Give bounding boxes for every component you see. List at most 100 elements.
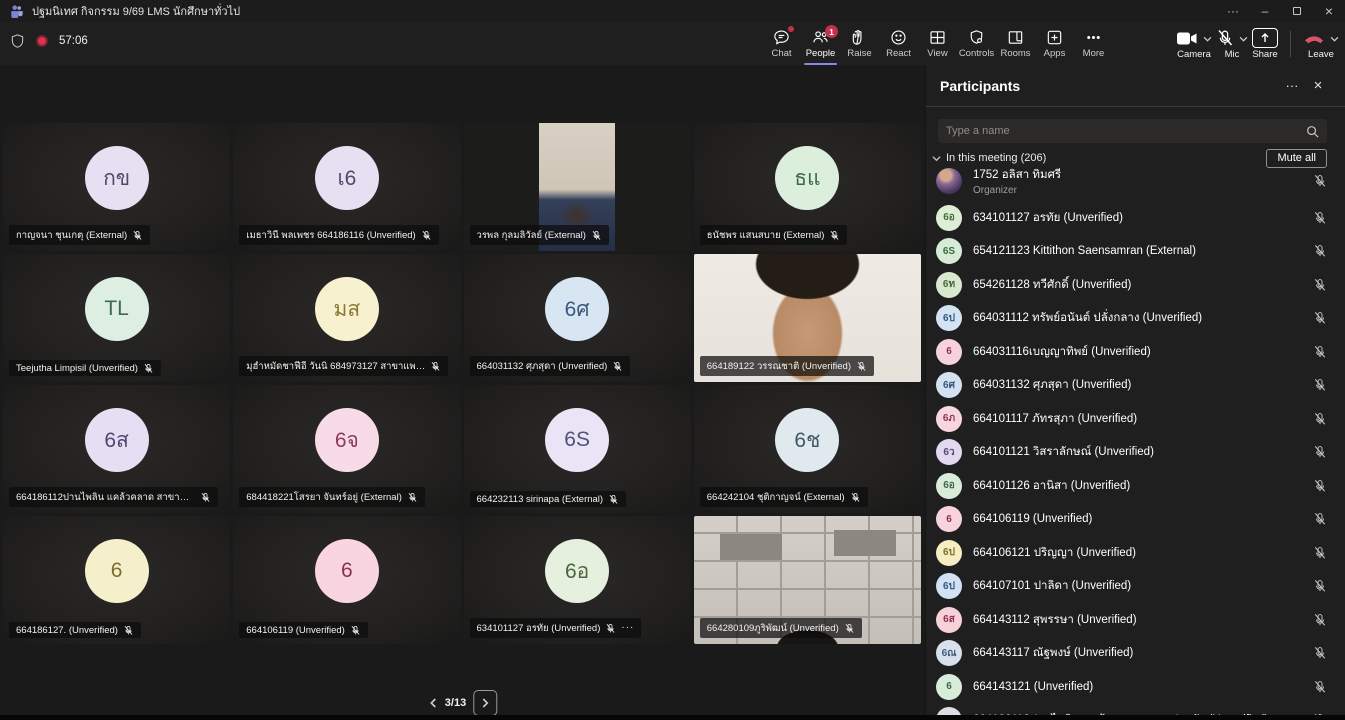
tab-label: Chat [771, 48, 791, 59]
participant-row[interactable]: 6อ 664101126 อานิสา (Unverified) [926, 469, 1345, 503]
participant-row[interactable]: 6 664143121 (Unverified) [926, 670, 1345, 704]
participant-row[interactable]: 6ว 664101121 วิสราลักษณ์ (Unverified) [926, 436, 1345, 470]
mic-muted-icon[interactable] [1313, 378, 1327, 392]
tile-avatar: 6 [85, 539, 149, 603]
close-button[interactable]: × [1313, 0, 1345, 22]
participant-row[interactable]: 6ป 664031112 ทรัพย์อนันต์ ปลั่งกลาง (Unv… [926, 302, 1345, 336]
video-tile[interactable]: 6S 664232113 sirinapa (External) [464, 385, 691, 513]
avatar: 6S [936, 238, 962, 264]
mic-muted-icon[interactable] [1313, 613, 1327, 627]
more-icon [1084, 28, 1103, 47]
participant-info: 664106121 ปริญญา (Unverified) [973, 544, 1136, 562]
participant-row[interactable]: 6อ 634101127 อรทัย (Unverified) [926, 201, 1345, 235]
camera-label: Camera [1177, 49, 1211, 60]
maximize-button[interactable] [1281, 0, 1313, 22]
mic-muted-icon[interactable] [1313, 479, 1327, 493]
leave-chevron-icon[interactable] [1330, 29, 1339, 47]
participant-row[interactable]: 6S 654121123 Kittithon Saensamran (Exter… [926, 235, 1345, 269]
mic-muted-icon[interactable] [1313, 579, 1327, 593]
share-button[interactable]: Share [1252, 22, 1278, 65]
mic-muted-icon[interactable] [1313, 345, 1327, 359]
mic-muted-icon[interactable] [1313, 512, 1327, 526]
mic-muted-icon [200, 492, 211, 503]
participant-search-input[interactable]: Type a name [938, 119, 1327, 143]
mic-muted-icon[interactable] [1313, 278, 1327, 292]
tab-view[interactable]: View [918, 22, 957, 65]
video-tile[interactable]: 664280109ภูริพัฒน์ (Unverified) [694, 516, 921, 644]
video-tile[interactable]: กข กาญจนา ชุนเกตุ (External) [3, 123, 230, 251]
video-tile[interactable]: 6ช 664242104 ชุติกาญจน์ (External) [694, 385, 921, 513]
participant-row[interactable]: 1752 อลิสา ทิมศรี Organizer [926, 161, 1345, 201]
next-page-button[interactable] [473, 690, 497, 716]
video-tile[interactable]: 6ศ 664031132 ศุภสุดา (Unverified) [464, 254, 691, 382]
participant-name: 664143112 สุพรรษา (Unverified) [973, 611, 1137, 629]
view-grid-icon [928, 28, 947, 47]
participant-row[interactable]: 6 664106119 (Unverified) [926, 503, 1345, 537]
minimize-button[interactable]: – [1249, 0, 1281, 22]
tile-avatar: TL [85, 277, 149, 341]
participant-row[interactable]: 6ส 664143112 สุพรรษา (Unverified) [926, 603, 1345, 637]
mic-muted-icon[interactable] [1313, 412, 1327, 426]
participant-row[interactable]: 6ศ 664031132 ศุภสุดา (Unverified) [926, 369, 1345, 403]
video-tile[interactable]: 6 664106119 (Unverified) [233, 516, 460, 644]
mic-muted-icon[interactable] [1313, 244, 1327, 258]
avatar: 6ณ [936, 640, 962, 666]
video-tile[interactable]: 6อ 634101127 อรทัย (Unverified) ··· [464, 516, 691, 644]
participant-row[interactable]: 6ป 664106121 ปริญญา (Unverified) [926, 536, 1345, 570]
tab-people[interactable]: 1 People [801, 22, 840, 65]
participant-row[interactable]: 6ท 654261128 ทวีศักดิ์ (Unverified) [926, 268, 1345, 302]
mic-muted-icon[interactable] [1313, 211, 1327, 225]
tile-more-icon[interactable]: ··· [621, 626, 634, 630]
tab-react[interactable]: React [879, 22, 918, 65]
mic-muted-icon [829, 230, 840, 241]
tile-name-label: 634101127 อรทัย (Unverified) [477, 621, 601, 636]
camera-button[interactable]: Camera [1176, 22, 1212, 65]
video-tile[interactable]: มส มุฮำหมัดชาฟีอี วันนิ 684973127 สาขาแพ… [233, 254, 460, 382]
participant-name: 664101126 อานิสา (Unverified) [973, 477, 1130, 495]
tile-nameplate: 664186127. (Unverified) [9, 622, 141, 638]
video-tile[interactable]: 664189122 วรรณชาติ (Unverified) [694, 254, 921, 382]
participant-row[interactable]: 6ป 664107101 ปาลิดา (Unverified) [926, 570, 1345, 604]
mic-muted-icon [612, 361, 623, 372]
tile-avatar: 6S [545, 408, 609, 472]
camera-chevron-icon[interactable] [1203, 29, 1212, 47]
mic-muted-icon[interactable] [1313, 445, 1327, 459]
panel-close-button[interactable]: × [1305, 73, 1331, 99]
search-placeholder: Type a name [946, 125, 1306, 137]
video-tile[interactable]: 6ส 664186112ปานไพลิน แคล้วคลาด สาขาปฐมวั… [3, 385, 230, 513]
mic-button[interactable]: Mic [1216, 22, 1248, 65]
tile-name-label: 684418221โสรยา จันทร์อยู่ (External) [246, 490, 402, 505]
leave-button[interactable]: Leave [1303, 22, 1339, 65]
mic-muted-icon[interactable] [1313, 646, 1327, 660]
panel-more-button[interactable]: ··· [1279, 73, 1305, 99]
mic-muted-icon[interactable] [1313, 174, 1327, 188]
tab-apps[interactable]: Apps [1035, 22, 1074, 65]
tab-raise[interactable]: Raise [840, 22, 879, 65]
video-tile[interactable]: เ6 เมธาวินี พลเพชร 664186116 (Unverified… [233, 123, 460, 251]
window-more-button[interactable]: ··· [1217, 0, 1249, 22]
participant-info: 664143121 (Unverified) [973, 681, 1093, 693]
participant-name: 664107101 ปาลิดา (Unverified) [973, 577, 1131, 595]
tab-chat[interactable]: Chat [762, 22, 801, 65]
tile-nameplate: กาญจนา ชุนเกตุ (External) [9, 225, 150, 245]
tab-controls[interactable]: Controls [957, 22, 996, 65]
mic-muted-icon [430, 361, 441, 372]
participant-row[interactable]: 6ณ 664143117 ณัฐพงษ์ (Unverified) [926, 637, 1345, 671]
tab-rooms[interactable]: Rooms [996, 22, 1035, 65]
mic-muted-icon[interactable] [1313, 311, 1327, 325]
video-tile[interactable]: 6 664186127. (Unverified) [3, 516, 230, 644]
search-icon [1306, 125, 1319, 138]
mic-chevron-icon[interactable] [1239, 29, 1248, 47]
video-tile[interactable]: TL Teejutha Limpisil (Unverified) [3, 254, 230, 382]
video-tile[interactable]: ธแ ธนัชพร แสนสบาย (External) [694, 123, 921, 251]
participant-row[interactable]: 6ภ 664101117 ภัทรสุภา (Unverified) [926, 402, 1345, 436]
video-tile[interactable]: 6จ 684418221โสรยา จันทร์อยู่ (External) [233, 385, 460, 513]
mic-muted-icon[interactable] [1313, 546, 1327, 560]
tab-more[interactable]: More [1074, 22, 1113, 65]
teams-logo-icon [10, 4, 24, 18]
previous-page-button[interactable] [428, 698, 438, 708]
video-tile[interactable]: วรพล กุลมลิวัลย์ (External) [464, 123, 691, 251]
mic-muted-icon[interactable] [1313, 680, 1327, 694]
tile-nameplate: Teejutha Limpisil (Unverified) [9, 360, 161, 376]
participant-row[interactable]: 6 664031116เบญญาทิพย์ (Unverified) [926, 335, 1345, 369]
